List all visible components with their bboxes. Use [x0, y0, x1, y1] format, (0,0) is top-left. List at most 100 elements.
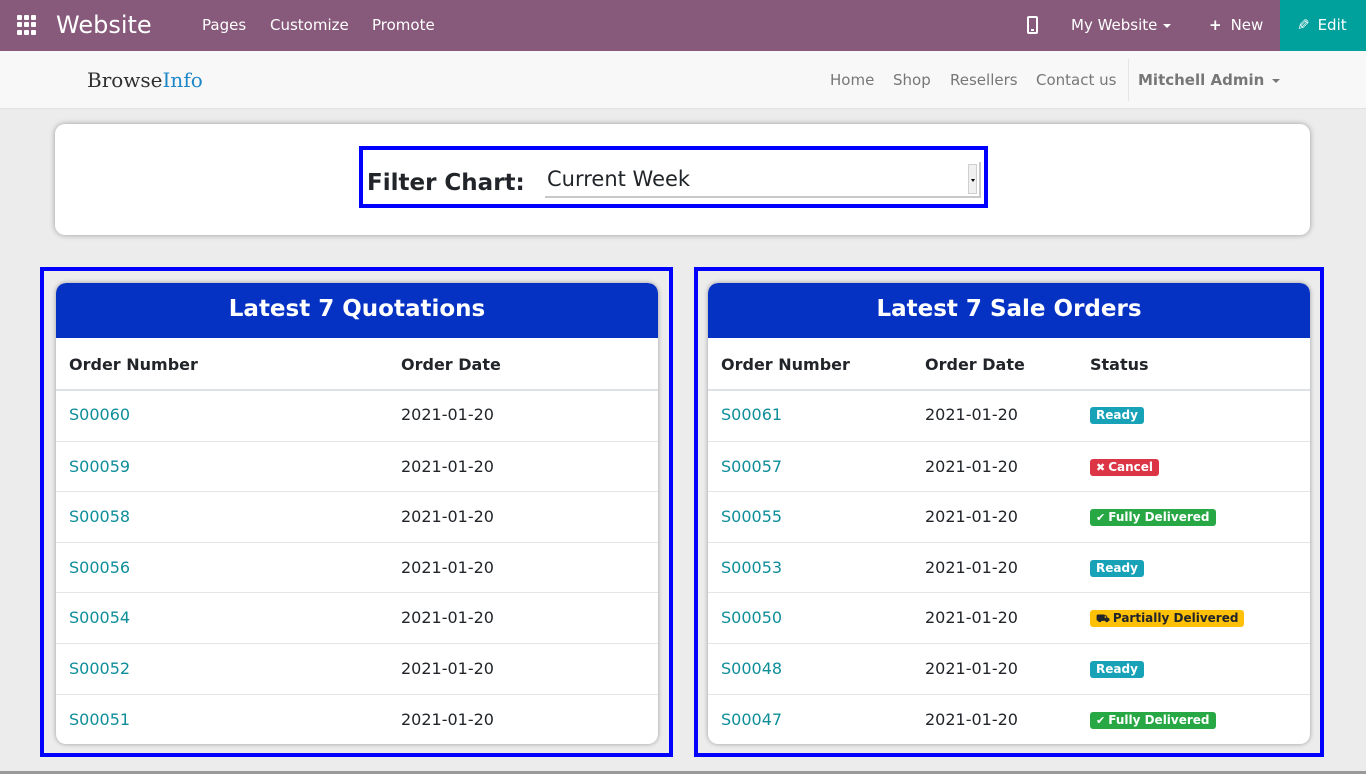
- status-badge-label: Fully Delivered: [1108, 712, 1210, 727]
- filter-label: Filter Chart:: [367, 170, 525, 196]
- status-badge-label: Ready: [1096, 662, 1138, 676]
- check-icon: ✔: [1096, 713, 1106, 727]
- status-badge-label: Ready: [1096, 560, 1138, 575]
- edit-button-label: Edit: [1317, 16, 1347, 34]
- filter-select[interactable]: Current Week: [545, 162, 981, 198]
- caret-down-icon: [1163, 23, 1172, 28]
- column-header-order-date: Order Date: [401, 355, 501, 374]
- order-date: 2021-01-20: [925, 456, 1018, 476]
- order-number-link[interactable]: S00052: [69, 659, 130, 679]
- order-number-link[interactable]: S00050: [721, 608, 782, 628]
- status-badge: Ready: [1090, 559, 1144, 577]
- order-date: 2021-01-20: [925, 507, 1018, 527]
- column-header-order-number: Order Number: [69, 355, 198, 374]
- order-number-link[interactable]: S00061: [721, 405, 782, 425]
- admin-bar: Website Pages Customize Promote My Websi…: [0, 0, 1366, 51]
- plus-icon: +: [1209, 16, 1222, 34]
- table-row: S00055 2021-01-20 ✔ Fully Delivered: [708, 491, 1310, 542]
- order-number-link[interactable]: S00054: [69, 608, 130, 628]
- nav-divider: [1128, 59, 1129, 101]
- table-row: S00056 2021-01-20: [56, 541, 658, 593]
- status-badge-label: Partially Delivered: [1112, 611, 1239, 626]
- nav-home[interactable]: Home: [830, 71, 874, 89]
- status-badge: ✔ Fully Delivered: [1090, 711, 1216, 729]
- order-date: 2021-01-20: [925, 557, 1018, 577]
- order-date: 2021-01-20: [925, 608, 1018, 628]
- caret-down-icon: [1272, 78, 1281, 83]
- nav-shop[interactable]: Shop: [893, 71, 931, 89]
- quotations-title: Latest 7 Quotations: [56, 283, 658, 338]
- app-title[interactable]: Website: [56, 9, 152, 41]
- quotations-card: Latest 7 Quotations Order Number Order D…: [56, 283, 658, 744]
- table-row: S00052 2021-01-20: [56, 643, 658, 694]
- status-badge: ⛟ Partially Delivered: [1090, 610, 1245, 628]
- column-header-status: Status: [1090, 355, 1149, 374]
- user-menu[interactable]: Mitchell Admin: [1138, 71, 1281, 89]
- status-badge: Ready: [1090, 661, 1144, 678]
- order-number-link[interactable]: S00053: [721, 558, 782, 578]
- order-date: 2021-01-20: [925, 405, 1018, 424]
- order-date: 2021-01-20: [925, 659, 1018, 678]
- order-date: 2021-01-20: [401, 557, 494, 577]
- status-badge: Ready: [1090, 407, 1144, 424]
- table-row: S00060 2021-01-20: [56, 390, 658, 441]
- order-date: 2021-01-20: [401, 608, 494, 628]
- order-number-link[interactable]: S00055: [721, 507, 782, 527]
- website-selector[interactable]: My Website: [1071, 16, 1172, 34]
- order-date: 2021-01-20: [401, 456, 494, 476]
- filter-select-value: Current Week: [547, 167, 691, 191]
- logo-text-browse: Browse: [87, 68, 163, 92]
- user-name: Mitchell Admin: [1138, 71, 1265, 89]
- order-number-link[interactable]: S00048: [721, 659, 782, 679]
- edit-button[interactable]: ✎ Edit: [1280, 0, 1366, 51]
- nav-resellers[interactable]: Resellers: [950, 71, 1018, 89]
- column-header-order-date: Order Date: [925, 355, 1025, 374]
- status-badge-label: Cancel: [1108, 459, 1154, 474]
- table-row: S00057 2021-01-20 ✖ Cancel: [708, 440, 1310, 492]
- table-row: S00048 2021-01-20 Ready: [708, 643, 1310, 694]
- truck-icon: ⛟: [1096, 612, 1110, 626]
- table-row: S00047 2021-01-20 ✔ Fully Delivered: [708, 693, 1310, 744]
- order-number-link[interactable]: S00047: [721, 710, 782, 730]
- order-number-link[interactable]: S00051: [69, 710, 130, 730]
- times-icon: ✖: [1096, 460, 1106, 474]
- menu-customize[interactable]: Customize: [270, 16, 349, 34]
- order-number-link[interactable]: S00060: [69, 405, 130, 425]
- status-badge: ✔ Fully Delivered: [1090, 509, 1216, 527]
- new-button-label: New: [1230, 16, 1264, 34]
- site-header: BrowseInfo Home Shop Resellers Contact u…: [0, 51, 1366, 109]
- status-badge-label: Ready: [1096, 408, 1138, 422]
- order-date: 2021-01-20: [401, 709, 494, 729]
- order-date: 2021-01-20: [401, 507, 494, 527]
- table-row: S00061 2021-01-20 Ready: [708, 390, 1310, 441]
- nav-contact-us[interactable]: Contact us: [1036, 71, 1116, 89]
- order-number-link[interactable]: S00057: [721, 457, 782, 477]
- order-date: 2021-01-20: [401, 659, 494, 678]
- select-arrow-icon[interactable]: [968, 164, 977, 194]
- menu-promote[interactable]: Promote: [372, 16, 435, 34]
- table-row: S00051 2021-01-20: [56, 693, 658, 744]
- menu-pages[interactable]: Pages: [202, 16, 246, 34]
- order-number-link[interactable]: S00056: [69, 558, 130, 578]
- sale-orders-title: Latest 7 Sale Orders: [708, 283, 1310, 338]
- apps-grid-icon[interactable]: [17, 15, 37, 35]
- order-date: 2021-01-20: [925, 709, 1018, 729]
- website-selector-label: My Website: [1071, 16, 1158, 34]
- table-row: S00058 2021-01-20: [56, 491, 658, 542]
- logo-text-info: Info: [162, 68, 203, 92]
- new-button[interactable]: + New: [1209, 16, 1263, 34]
- check-icon: ✔: [1096, 511, 1106, 525]
- table-row: S00054 2021-01-20: [56, 592, 658, 643]
- status-badge-label: Fully Delivered: [1108, 510, 1210, 525]
- table-row: S00059 2021-01-20: [56, 440, 658, 492]
- mobile-preview-icon[interactable]: [1027, 16, 1038, 34]
- order-number-link[interactable]: S00059: [69, 457, 130, 477]
- order-date: 2021-01-20: [401, 405, 494, 424]
- site-logo[interactable]: BrowseInfo: [87, 67, 203, 93]
- table-row: S00053 2021-01-20 Ready: [708, 541, 1310, 593]
- table-row: S00050 2021-01-20 ⛟ Partially Delivered: [708, 592, 1310, 643]
- column-header-order-number: Order Number: [721, 355, 850, 374]
- order-number-link[interactable]: S00058: [69, 507, 130, 527]
- status-badge: ✖ Cancel: [1090, 458, 1160, 476]
- pencil-icon: ✎: [1297, 16, 1310, 34]
